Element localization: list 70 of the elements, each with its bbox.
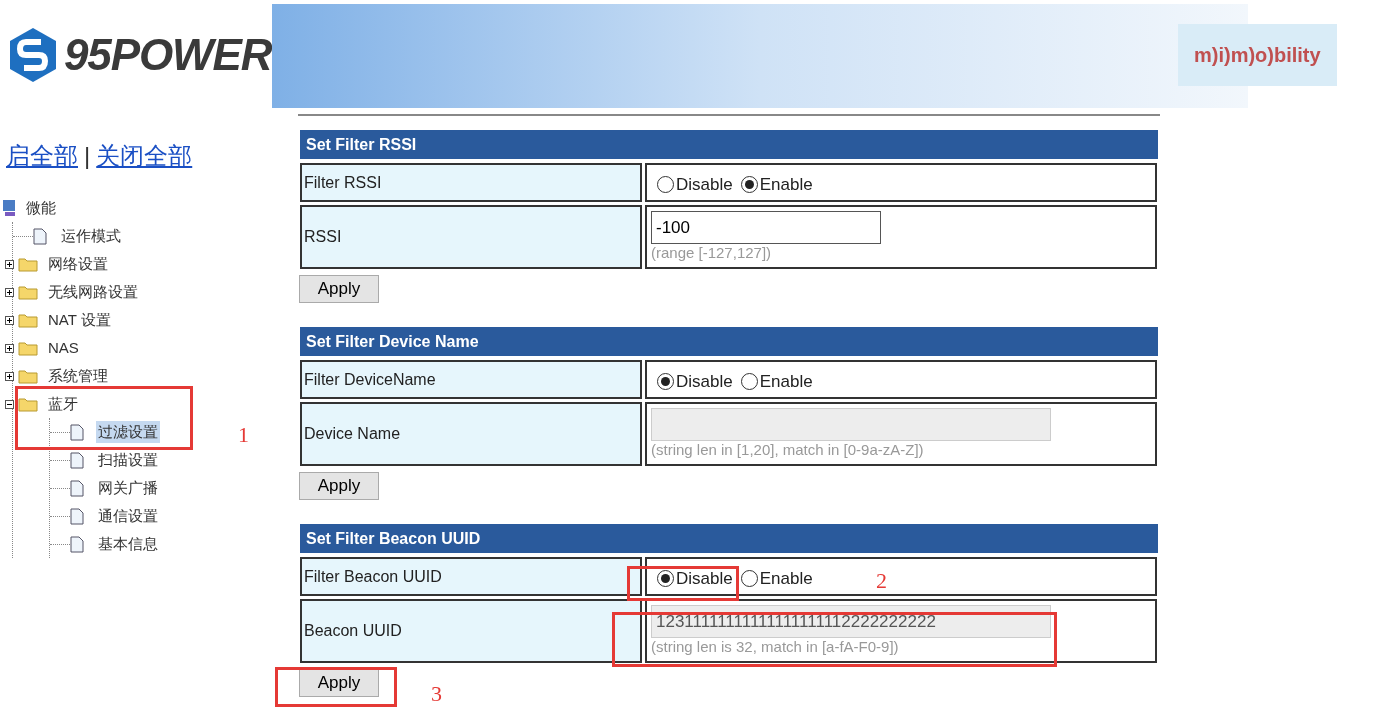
apply-button[interactable]: Apply	[299, 472, 379, 500]
annotation-number: 3	[431, 680, 442, 707]
brand-logo: 95POWER	[64, 33, 272, 77]
section-header: Set Filter Device Name	[300, 327, 1158, 356]
folder-icon	[18, 396, 38, 412]
radio-label: Enable	[759, 173, 813, 196]
tree-folder[interactable]: NAT 设置	[46, 310, 113, 330]
collapse-all-link[interactable]: 关闭全部	[96, 144, 193, 168]
expand-toggle[interactable]	[5, 287, 14, 297]
field-label: Filter Beacon UUID	[300, 557, 642, 596]
expand-toggle[interactable]	[5, 259, 14, 269]
section-header: Set Filter RSSI	[300, 130, 1158, 159]
radio-label: Enable	[759, 567, 813, 590]
collapse-toggle[interactable]	[5, 399, 14, 409]
tree-folder[interactable]: 无线网路设置	[46, 282, 140, 302]
folder-icon	[18, 284, 38, 300]
tree-item[interactable]: 通信设置	[96, 504, 160, 528]
field-value: -100	[656, 216, 691, 239]
radio-button[interactable]	[740, 373, 758, 390]
radio-button[interactable]	[657, 373, 674, 390]
radio-button[interactable]	[740, 176, 758, 193]
page-icon	[70, 535, 84, 553]
radio-label: Disable	[676, 567, 733, 590]
page-icon	[33, 227, 47, 245]
annotation-number: 1	[238, 421, 249, 449]
tree-folder[interactable]: 系统管理	[46, 366, 110, 386]
text-field[interactable]: -100	[651, 211, 881, 245]
field-label: RSSI	[300, 205, 642, 269]
field-label: Filter DeviceName	[300, 360, 642, 399]
folder-icon	[18, 312, 38, 328]
field-label: Filter RSSI	[300, 163, 642, 202]
tree-folder[interactable]: 网络设置	[46, 254, 110, 274]
tree-item[interactable]: 基本信息	[96, 532, 160, 556]
radio-button[interactable]	[740, 570, 758, 587]
tree-item[interactable]: 扫描设置	[96, 448, 160, 472]
apply-button[interactable]: Apply	[299, 275, 379, 303]
computer-icon	[2, 199, 18, 217]
partner-logo: m)i)m)o)bility	[1178, 24, 1337, 86]
page-icon	[70, 479, 84, 497]
radio-label: Disable	[676, 173, 733, 196]
tree-item[interactable]: 微能	[26, 196, 56, 220]
apply-button[interactable]: Apply	[299, 669, 379, 697]
annotation-number: 2	[876, 567, 887, 595]
folder-icon	[18, 340, 38, 356]
field-hint: (string len is 32, match in [a-fA-F0-9])	[651, 638, 900, 657]
page-icon	[70, 451, 84, 469]
separator: |	[84, 144, 91, 168]
expand-toggle[interactable]	[5, 371, 14, 381]
radio-button[interactable]	[657, 570, 674, 587]
expand-all-link[interactable]: 启全部	[6, 144, 78, 168]
folder-icon	[18, 368, 38, 384]
radio-button[interactable]	[657, 176, 674, 193]
field-value: 12311111111111111111112222222222	[656, 610, 936, 633]
page-icon	[70, 423, 84, 441]
field-label: Device Name	[300, 402, 642, 466]
section-header: Set Filter Beacon UUID	[300, 524, 1158, 553]
tree-folder[interactable]: 蓝牙	[46, 394, 80, 414]
folder-icon	[18, 256, 38, 272]
tree-item[interactable]: 过滤设置	[96, 420, 160, 444]
radio-label: Enable	[759, 370, 813, 393]
radio-label: Disable	[676, 370, 733, 393]
page-icon	[70, 507, 84, 525]
field-label: Beacon UUID	[300, 599, 642, 663]
logo-icon	[8, 26, 58, 84]
tree-item[interactable]: 运作模式	[59, 224, 123, 248]
expand-toggle[interactable]	[5, 343, 14, 353]
expand-toggle[interactable]	[5, 315, 14, 325]
tree-item[interactable]: 网关广播	[96, 476, 160, 500]
field-hint: (range [-127,127])	[651, 244, 773, 263]
field-hint: (string len in [1,20], match in [0-9a-zA-Z])	[651, 441, 925, 460]
